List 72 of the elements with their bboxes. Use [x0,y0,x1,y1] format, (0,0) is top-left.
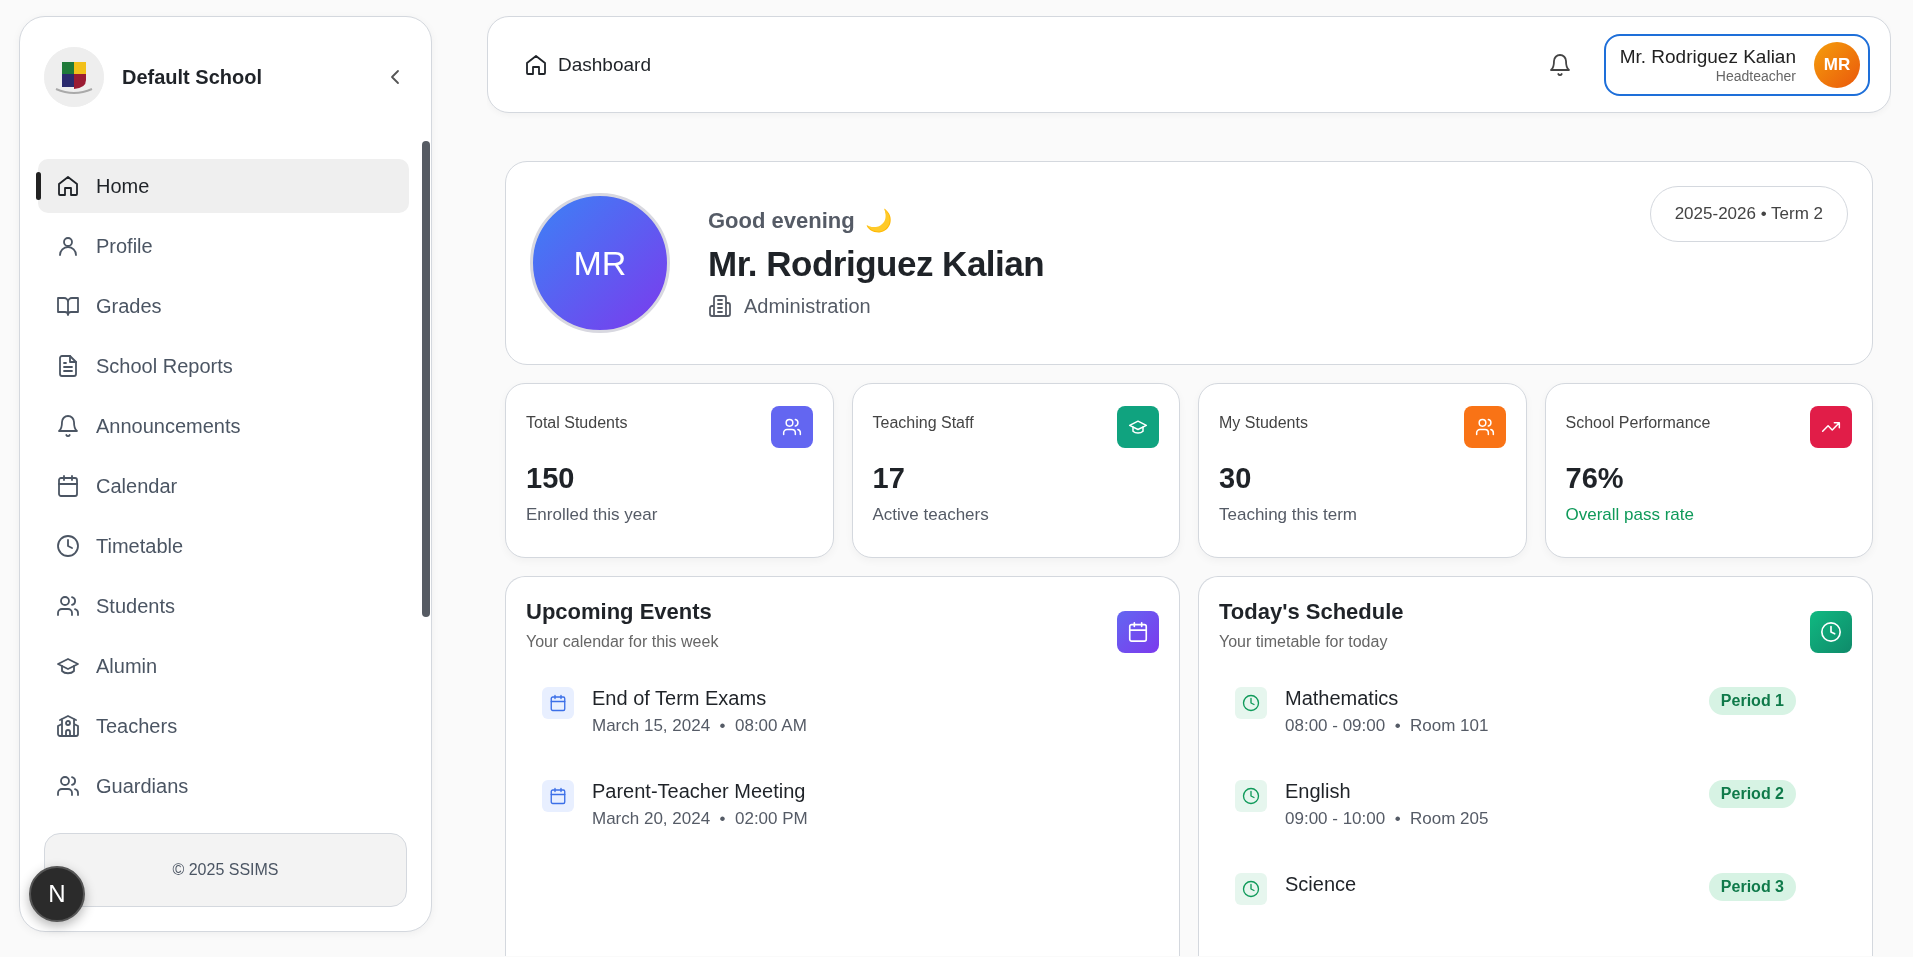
calendar-icon [56,474,80,498]
subject-name: Mathematics [1285,687,1400,710]
document-icon [56,354,80,378]
nav-item[interactable]: Home [38,159,409,213]
dev-tools-badge[interactable]: N [48,880,66,908]
clock-icon [1235,780,1267,812]
people-icon [56,594,80,618]
home-icon [524,52,548,77]
moon-emoji: 🌙 [864,208,892,234]
clock-icon [1235,687,1267,719]
stat-value: 30 [1219,462,1253,495]
stat-note: Overall pass rate [1565,505,1695,525]
sidebar-scrollbar[interactable] [422,141,430,617]
user-menu-button[interactable]: Mr. Rodriguez Kalian Headteacher MR [1603,33,1870,96]
nav-item[interactable]: Guardians [38,759,409,813]
card-title: Upcoming Events [526,599,713,625]
nav-item[interactable]: Teachers [38,699,409,753]
period-badge: Period 2 [1708,780,1796,808]
card-subtitle: Your calendar for this week [526,633,719,651]
stat-title: My Students [1219,414,1308,432]
nav-item[interactable]: Announcements [38,399,409,453]
school-building-icon [56,714,80,738]
welcome-name: Mr. Rodriguez Kalian [708,244,1045,284]
nav-item[interactable]: Profile [38,219,409,273]
user-role: Headteacher [1715,67,1796,84]
building-icon [708,294,732,318]
stat-title: School Performance [1565,414,1711,432]
card-subtitle: Your timetable for today [1219,633,1389,651]
school-name: Default School [122,65,263,89]
event-title: End of Term Exams [592,687,768,710]
period-badge: Period 3 [1708,873,1796,901]
schedule-time: 09:00 - 10:00 • Room 205 [1285,809,1490,829]
person-icon [56,234,80,258]
stat-title: Total Students [526,414,628,432]
stat-title: Teaching Staff [872,414,974,432]
nav-item[interactable]: Timetable [38,519,409,573]
period-badge: Period 1 [1708,687,1796,715]
calendar-icon [542,780,574,812]
stat-value: 17 [872,462,906,495]
card-title: Today's Schedule [1219,599,1404,625]
schedule-time: 08:00 - 09:00 • Room 101 [1285,716,1490,736]
nav-item[interactable]: School Reports [38,339,409,393]
user-name: Mr. Rodriguez Kalian [1619,45,1796,68]
bell-icon [56,414,80,438]
people-icon [56,774,80,798]
user-avatar: MR [1814,41,1860,88]
nav-item[interactable]: Calendar [38,459,409,513]
event-datetime: March 20, 2024 • 02:00 PM [592,809,809,829]
nav-item[interactable]: Alumin [38,639,409,693]
stat-note: Enrolled this year [526,505,659,525]
department: Administration [744,294,871,318]
event-datetime: March 15, 2024 • 08:00 AM [592,716,808,736]
clock-icon [1235,873,1267,905]
profile-avatar: MR [530,193,670,333]
nav-item[interactable]: Grades [38,279,409,333]
stat-note: Teaching this term [1219,505,1358,525]
subject-name: English [1285,780,1352,803]
home-icon [56,174,80,198]
clock-icon [56,534,80,558]
greeting: Good evening [708,208,855,234]
subject-name: Science [1285,873,1358,896]
notifications-bell-icon[interactable] [1547,52,1572,77]
breadcrumb[interactable]: Dashboard [558,53,651,76]
stat-value: 76% [1565,462,1625,495]
event-title: Parent-Teacher Meeting [592,780,807,803]
stat-note: Active teachers [872,505,990,525]
nav-item[interactable]: Students [38,579,409,633]
clock-icon [1810,611,1852,653]
calendar-icon [542,687,574,719]
calendar-icon [1117,611,1159,653]
open-book-icon [56,294,80,318]
stat-value: 150 [526,462,576,495]
